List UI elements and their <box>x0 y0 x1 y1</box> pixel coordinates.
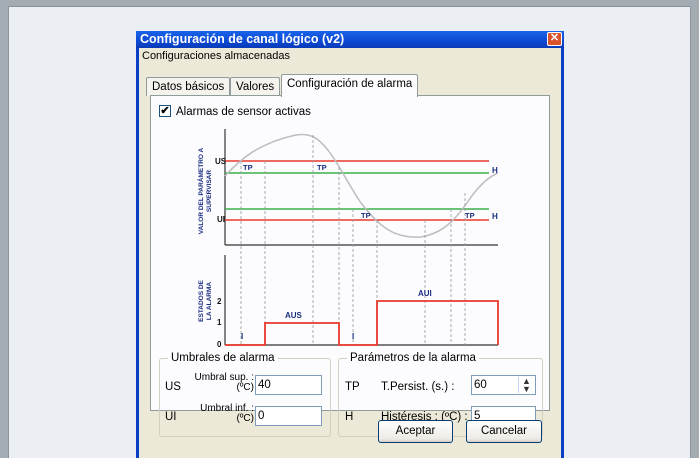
state-idle-2: I <box>352 332 354 341</box>
tick-2: 2 <box>217 297 222 306</box>
alarm-sensor-checkbox[interactable]: ✔ <box>159 105 171 117</box>
persist-time-value: 60 <box>474 379 487 391</box>
tp-param-label: TP <box>345 381 360 393</box>
menu-bar: Configuraciones almacenadas <box>139 48 561 65</box>
ui-marker: UI <box>217 215 225 224</box>
upper-threshold-input[interactable]: 40 <box>255 375 322 395</box>
tab-panel: ✔ Alarmas de sensor activas VALOR DEL PA… <box>150 95 550 437</box>
tick-1: 1 <box>217 318 222 327</box>
ylabel-bottom-line2: LA ALARMA <box>206 282 213 320</box>
window-title: Configuración de canal lógico (v2) <box>140 32 345 46</box>
lower-threshold-input[interactable]: 0 <box>255 406 322 426</box>
state-idle-1: I <box>241 332 243 341</box>
parameter-curve <box>224 133 499 238</box>
dialog-window: Configuración de canal lógico (v2) ✕ Con… <box>136 31 564 458</box>
tab-basic-data[interactable]: Datos básicos <box>146 77 231 96</box>
alarm-diagram: VALOR DEL PARÁMETRO A SUPERVISAR ESTADOS… <box>196 129 499 348</box>
accept-button[interactable]: Aceptar <box>378 420 453 443</box>
ylabel-top-line1: VALOR DEL PARÁMETRO A <box>196 147 205 234</box>
h-param-label: H <box>345 411 354 423</box>
us-marker: US <box>215 157 227 166</box>
ylabel-bottom-line1: ESTADOS DE <box>198 279 205 321</box>
tick-0: 0 <box>217 340 222 348</box>
thresholds-group: Umbrales de alarma US Umbral sup. : (ºC)… <box>159 351 331 437</box>
tp-label-2: TP <box>317 163 327 172</box>
alarm-state-line <box>225 300 499 346</box>
persist-time-spinner[interactable]: 60 ▲ ▼ <box>471 375 536 395</box>
h-marker-top: H <box>492 166 498 175</box>
cancel-button[interactable]: Cancelar <box>466 420 542 443</box>
persist-label: T.Persist. (s.) : <box>381 381 455 393</box>
tp-label-3: TP <box>361 211 371 220</box>
tp-label-1: TP <box>243 163 253 172</box>
thresholds-title: Umbrales de alarma <box>168 351 278 365</box>
menu-item-saved-configs[interactable]: Configuraciones almacenadas <box>142 50 290 62</box>
tab-alarm-config[interactable]: Configuración de alarma <box>281 74 419 97</box>
alarm-params-title: Parámetros de la alarma <box>347 351 479 365</box>
upper-threshold-label-line2: (ºC) <box>236 382 254 393</box>
close-button[interactable]: ✕ <box>547 32 562 46</box>
title-bar[interactable]: Configuración de canal lógico (v2) ✕ <box>136 31 564 48</box>
h-marker-bottom: H <box>492 212 498 221</box>
state-aui: AUI <box>418 289 432 298</box>
state-aus: AUS <box>285 311 303 320</box>
alarm-sensor-label: Alarmas de sensor activas <box>176 106 311 118</box>
guide-lines <box>240 135 466 345</box>
spinner-arrows-icon[interactable]: ▲ ▼ <box>518 377 534 394</box>
ui-label: UI <box>165 411 177 423</box>
us-label: US <box>165 381 181 393</box>
lower-threshold-label-line2: (ºC) <box>236 413 254 424</box>
ylabel-top-line2: SUPERVISAR <box>206 170 213 212</box>
tp-label-4: TP <box>465 211 475 220</box>
tab-values[interactable]: Valores <box>230 77 281 96</box>
